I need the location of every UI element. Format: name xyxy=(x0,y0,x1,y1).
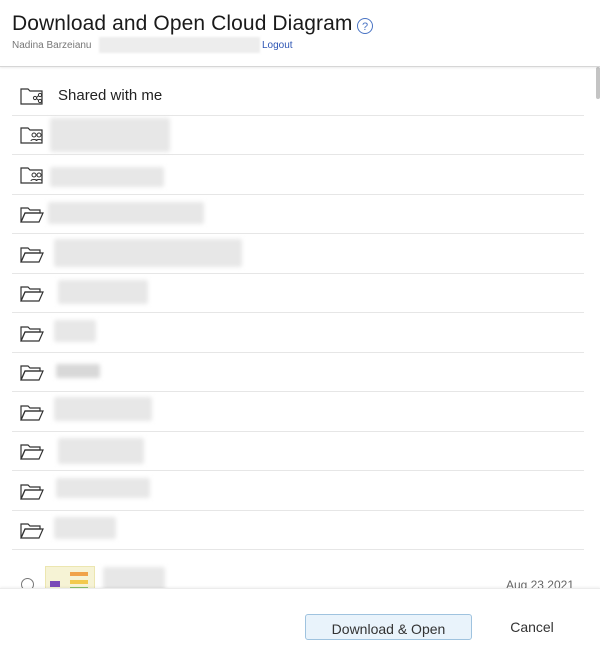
team-folder-icon xyxy=(20,167,43,184)
folder-row[interactable] xyxy=(12,155,584,195)
scrollbar[interactable] xyxy=(594,67,600,588)
folder-row[interactable] xyxy=(12,194,584,234)
dialog-title: Download and Open Cloud Diagram xyxy=(12,12,353,35)
folder-row[interactable] xyxy=(12,431,584,471)
redacted-name xyxy=(58,438,144,464)
folder-icon xyxy=(20,247,44,263)
cancel-button[interactable]: Cancel xyxy=(490,614,574,640)
shared-folder-icon xyxy=(20,88,43,105)
logout-link[interactable]: Logout xyxy=(262,40,293,51)
file-radio[interactable] xyxy=(21,578,34,588)
redacted-name xyxy=(50,167,164,187)
folder-row[interactable] xyxy=(12,313,584,353)
folder-icon xyxy=(20,405,44,421)
redacted-name xyxy=(54,239,242,267)
help-icon[interactable]: ? xyxy=(357,18,373,34)
file-date: Aug 23 2021 xyxy=(505,578,574,588)
redacted-name xyxy=(54,517,116,539)
redacted-name xyxy=(58,280,148,304)
redacted-name xyxy=(54,320,96,342)
folder-icon xyxy=(20,365,44,381)
team-folder-icon xyxy=(20,127,43,144)
folder-icon xyxy=(20,484,44,500)
folder-row[interactable] xyxy=(12,471,584,511)
redacted-name xyxy=(56,478,150,498)
folder-icon xyxy=(20,523,44,539)
redacted-name xyxy=(54,397,152,421)
shared-label: Shared with me xyxy=(58,87,163,104)
folder-row[interactable] xyxy=(12,234,584,274)
scrollbar-thumb[interactable] xyxy=(596,67,600,99)
folder-list: Shared with me Aug 23 2021 xyxy=(0,67,600,588)
redacted-name xyxy=(56,364,100,378)
folder-row-shared[interactable]: Shared with me xyxy=(12,76,584,116)
redacted-name xyxy=(103,567,165,588)
user-name: Nadina Barzeianu xyxy=(12,40,92,51)
folder-icon xyxy=(20,444,44,460)
folder-icon xyxy=(20,207,44,223)
folder-row[interactable] xyxy=(12,510,584,550)
redacted-name xyxy=(48,202,204,224)
folder-row[interactable] xyxy=(12,273,584,313)
folder-row[interactable] xyxy=(12,352,584,392)
redacted-name xyxy=(50,118,170,152)
dialog-footer: Download & Open Cancel xyxy=(0,588,600,666)
diagram-thumbnail xyxy=(45,566,95,588)
folder-row[interactable] xyxy=(12,115,584,155)
folder-row[interactable] xyxy=(12,392,584,432)
file-row[interactable]: Aug 23 2021 xyxy=(12,560,584,588)
folder-icon xyxy=(20,286,44,302)
redacted-email xyxy=(99,37,260,53)
folder-icon xyxy=(20,326,44,342)
dialog-header: Download and Open Cloud Diagram ? Nadina… xyxy=(0,0,600,67)
download-open-button[interactable]: Download & Open xyxy=(305,614,472,640)
